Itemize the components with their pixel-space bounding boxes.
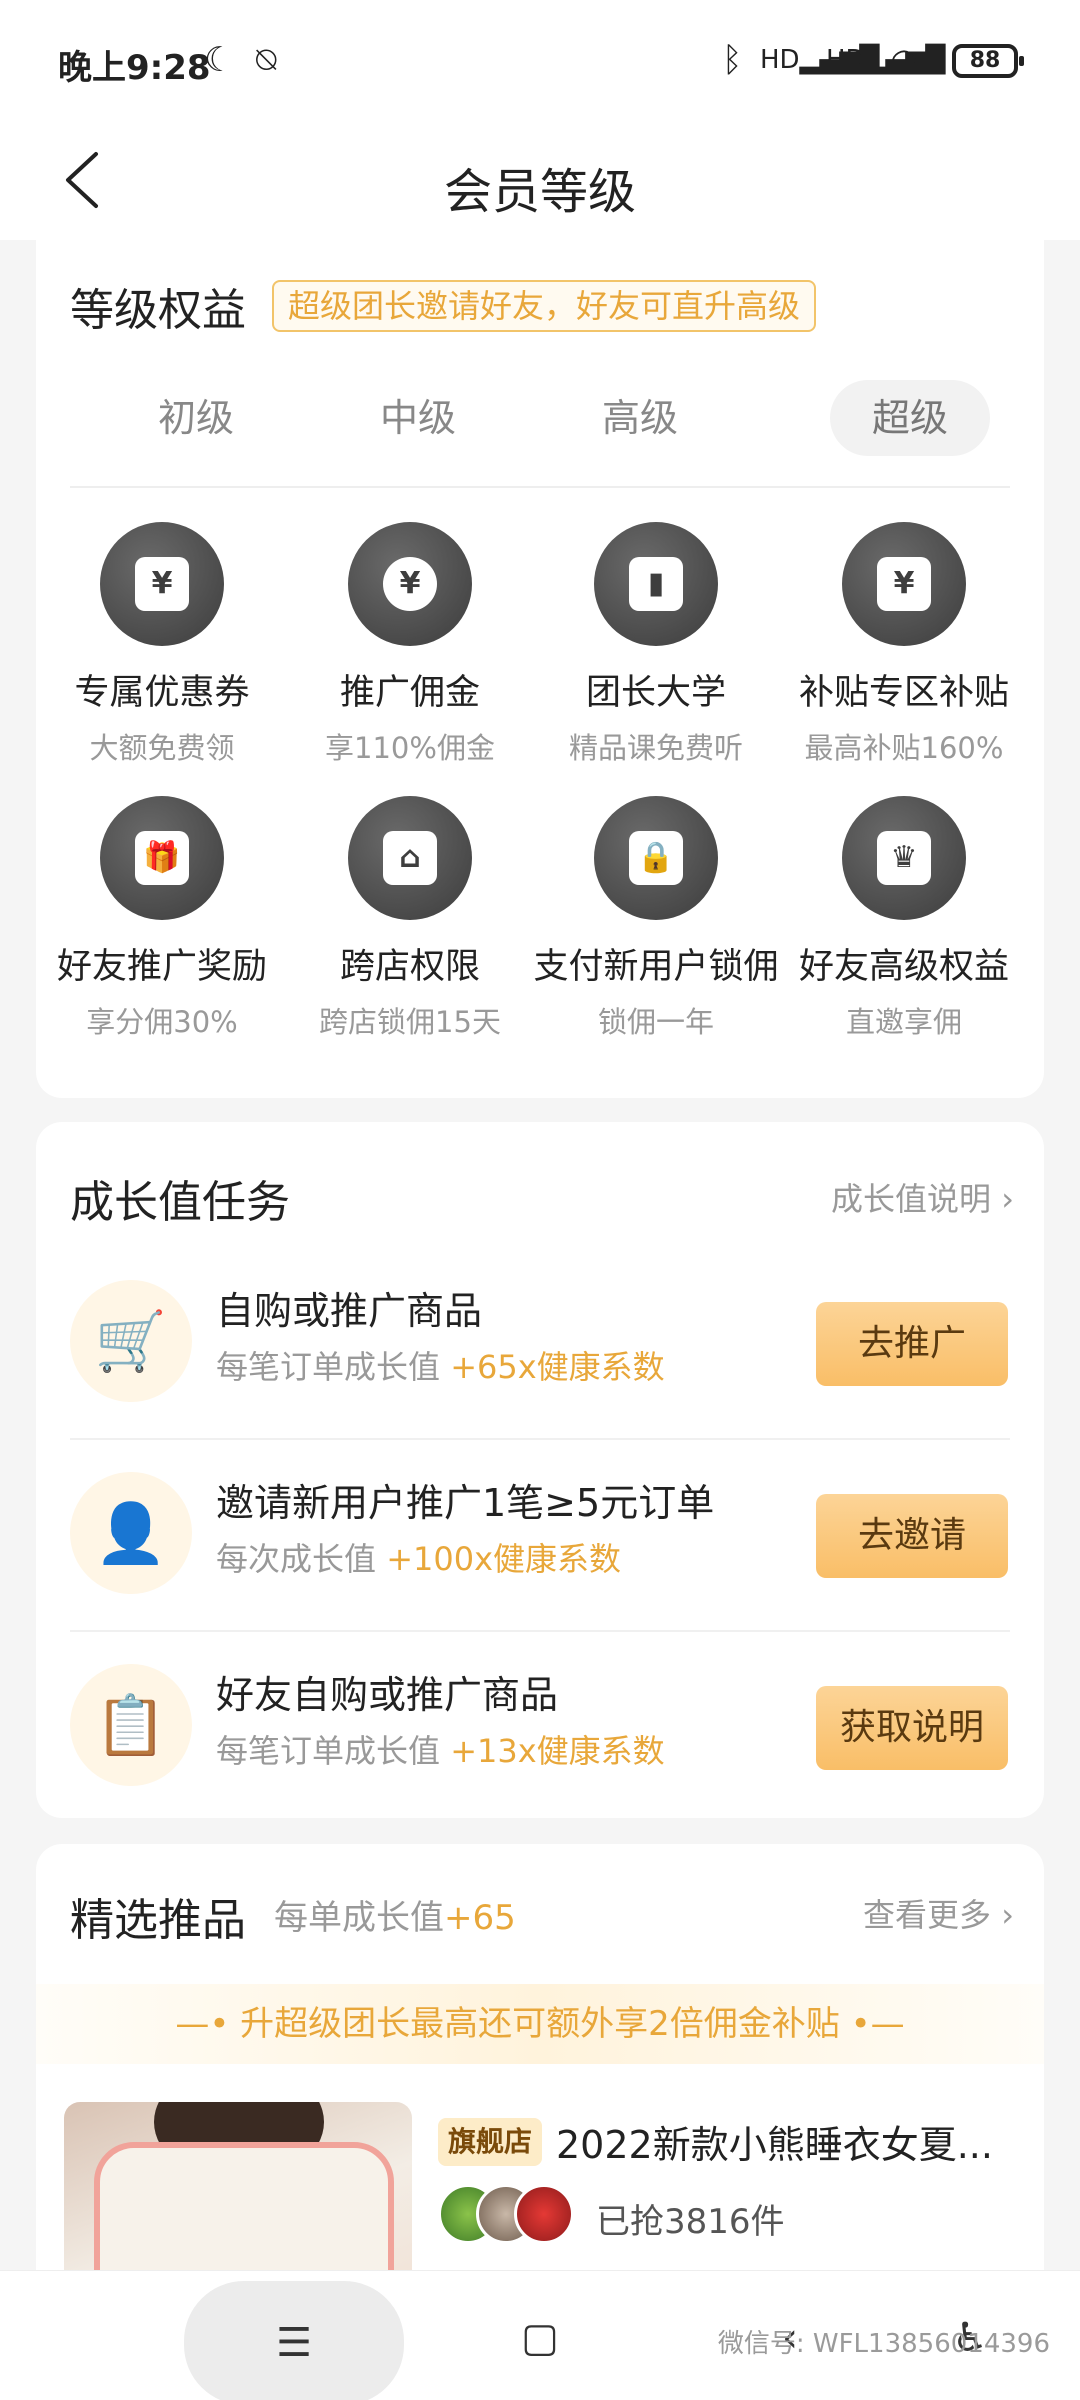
book-icon: ▮ bbox=[594, 522, 718, 646]
tasks-card: 成长值任务 成长值说明 › 🛒 自购或推广商品 每笔订单成长值 +65x健康系数… bbox=[36, 1122, 1044, 1818]
product-title[interactable]: 2022新款小熊睡衣女夏... bbox=[556, 2114, 993, 2169]
cart-icon: 🛒 bbox=[70, 1280, 192, 1402]
page-title: 会员等级 bbox=[443, 164, 636, 220]
benefit-sub: 最高补贴160% bbox=[804, 731, 1004, 765]
invite-button[interactable]: 去邀请 bbox=[816, 1494, 1008, 1578]
lock-icon: 🔒 bbox=[594, 796, 718, 920]
benefit-sub: 锁佣一年 bbox=[597, 1005, 714, 1039]
benefit-sub: 享110%佣金 bbox=[325, 731, 495, 765]
buyer-avatars bbox=[438, 2184, 578, 2248]
signal-hd-icon-2: HD▂▄▆█ bbox=[826, 45, 946, 75]
promote-button[interactable]: 去推广 bbox=[816, 1302, 1008, 1386]
divider bbox=[70, 486, 1010, 488]
system-nav-bar: ☰ ▢ ‹ ♿ 微信号: WFL13856014396 bbox=[0, 2270, 1080, 2400]
task-sub: 每笔订单成长值 +65x健康系数 bbox=[216, 1348, 665, 1386]
view-more-link[interactable]: 查看更多 › bbox=[863, 1890, 1014, 1936]
crown-icon: ♛ bbox=[842, 796, 966, 920]
yen-coin-icon: ¥ bbox=[348, 522, 472, 646]
chevron-right-icon: › bbox=[1001, 1180, 1014, 1218]
benefit-name: 跨店权限 bbox=[339, 947, 480, 987]
benefit-sub: 享分佣30% bbox=[86, 1005, 238, 1039]
task-title: 好友自购或推广商品 bbox=[216, 1673, 559, 1717]
benefit-item[interactable]: ¥ 推广佣金 享110%佣金 bbox=[284, 522, 536, 767]
task-title: 自购或推广商品 bbox=[216, 1289, 483, 1333]
benefit-sub: 大额免费领 bbox=[89, 731, 235, 765]
benefit-item[interactable]: ▮ 团长大学 精品课免费听 bbox=[530, 522, 782, 767]
watermark: 微信号: WFL13856014396 bbox=[717, 2329, 1050, 2359]
header: 会员等级 bbox=[0, 120, 1080, 240]
yen-envelope-icon: ¥ bbox=[842, 522, 966, 646]
divider bbox=[70, 1438, 1010, 1440]
benefit-item[interactable]: 🔒 支付新用户锁佣 锁佣一年 bbox=[530, 796, 782, 1041]
bluetooth-icon: ᛒ bbox=[722, 40, 743, 80]
clipboard-check-icon: 📋 bbox=[70, 1664, 192, 1786]
benefit-item[interactable]: ♛ 好友高级权益 直邀享佣 bbox=[778, 796, 1030, 1041]
get-instructions-button[interactable]: 获取说明 bbox=[816, 1686, 1008, 1770]
view-more-label: 查看更多 bbox=[863, 1896, 992, 1934]
benefits-title: 等级权益 bbox=[70, 285, 246, 336]
menu-icon: ☰ bbox=[276, 2320, 312, 2366]
coupon-icon: ¥ bbox=[100, 522, 224, 646]
benefit-name: 专属优惠券 bbox=[74, 673, 250, 713]
task-row: 📋 好友自购或推广商品 每笔订单成长值 +13x健康系数 获取说明 bbox=[36, 1634, 1044, 1824]
status-time: 晚上9:28 bbox=[58, 48, 211, 88]
benefit-item[interactable]: ¥ 专属优惠券 大额免费领 bbox=[36, 522, 288, 767]
benefit-name: 好友高级权益 bbox=[798, 947, 1009, 987]
tab-level-2[interactable]: 中级 bbox=[338, 380, 498, 456]
benefit-name: 好友推广奖励 bbox=[56, 947, 267, 987]
benefit-sub: 直邀享佣 bbox=[845, 1005, 962, 1039]
benefit-name: 支付新用户锁佣 bbox=[533, 947, 779, 987]
status-bar: 晚上9:28 ☾ ⍉ ᛒ HD▂▄▆█ HD▂▄▆█ ◠ 88 bbox=[0, 0, 1080, 120]
level-tabs: 初级 中级 高级 超级 bbox=[116, 380, 996, 460]
task-sub: 每笔订单成长值 +13x健康系数 bbox=[216, 1732, 665, 1770]
task-row: 👤 邀请新用户推广1笔≥5元订单 每次成长值 +100x健康系数 去邀请 bbox=[36, 1442, 1044, 1632]
user-icon: 👤 bbox=[70, 1472, 192, 1594]
featured-subtitle: 每单成长值+65 bbox=[274, 1898, 516, 1938]
menu-button[interactable]: ☰ bbox=[184, 2281, 404, 2400]
benefits-card: 等级权益 超级团长邀请好友，好友可直升高级 初级 中级 高级 超级 ¥ 专属优惠… bbox=[36, 240, 1044, 1098]
divider bbox=[70, 1630, 1010, 1632]
tasks-title: 成长值任务 bbox=[70, 1177, 290, 1228]
benefit-item[interactable]: 🎁 好友推广奖励 享分佣30% bbox=[36, 796, 288, 1041]
tab-level-4[interactable]: 超级 bbox=[830, 380, 990, 456]
benefit-name: 补贴专区补贴 bbox=[798, 673, 1009, 713]
benefit-item[interactable]: ⌂ 跨店权限 跨店锁佣15天 bbox=[284, 796, 536, 1041]
growth-explain-label: 成长值说明 bbox=[831, 1180, 992, 1218]
store-icon: ⌂ bbox=[348, 796, 472, 920]
benefit-name: 团长大学 bbox=[585, 673, 726, 713]
tab-level-1[interactable]: 初级 bbox=[116, 380, 276, 456]
benefit-name: 推广佣金 bbox=[339, 673, 480, 713]
benefit-sub: 精品课免费听 bbox=[568, 731, 743, 765]
tab-level-3[interactable]: 高级 bbox=[560, 380, 720, 456]
alarm-off-icon: ⍉ bbox=[256, 40, 277, 80]
task-sub: 每次成长值 +100x健康系数 bbox=[216, 1540, 622, 1578]
task-title: 邀请新用户推广1笔≥5元订单 bbox=[216, 1481, 715, 1525]
growth-explain-link[interactable]: 成长值说明 › bbox=[831, 1174, 1014, 1220]
chevron-right-icon: › bbox=[1001, 1896, 1014, 1934]
promo-tag: 超级团长邀请好友，好友可直升高级 bbox=[272, 280, 817, 332]
promo-banner: —• 升超级团长最高还可额外享2倍佣金补贴 •— bbox=[36, 1984, 1044, 2064]
featured-title: 精选推品 bbox=[70, 1895, 246, 1946]
benefit-sub: 跨店锁佣15天 bbox=[319, 1005, 501, 1039]
sold-count: 已抢3816件 bbox=[596, 2202, 785, 2242]
benefit-item[interactable]: ¥ 补贴专区补贴 最高补贴160% bbox=[778, 522, 1030, 767]
flagship-badge: 旗舰店 bbox=[438, 2118, 543, 2166]
gift-icon: 🎁 bbox=[100, 796, 224, 920]
home-button[interactable]: ▢ bbox=[500, 2283, 580, 2393]
task-row: 🛒 自购或推广商品 每笔订单成长值 +65x健康系数 去推广 bbox=[36, 1250, 1044, 1440]
battery-indicator: 88 bbox=[952, 44, 1024, 78]
avatar bbox=[514, 2184, 574, 2244]
square-home-icon: ▢ bbox=[521, 2315, 559, 2361]
wifi-icon: ◠ bbox=[890, 41, 918, 79]
moon-icon: ☾ bbox=[204, 40, 235, 80]
